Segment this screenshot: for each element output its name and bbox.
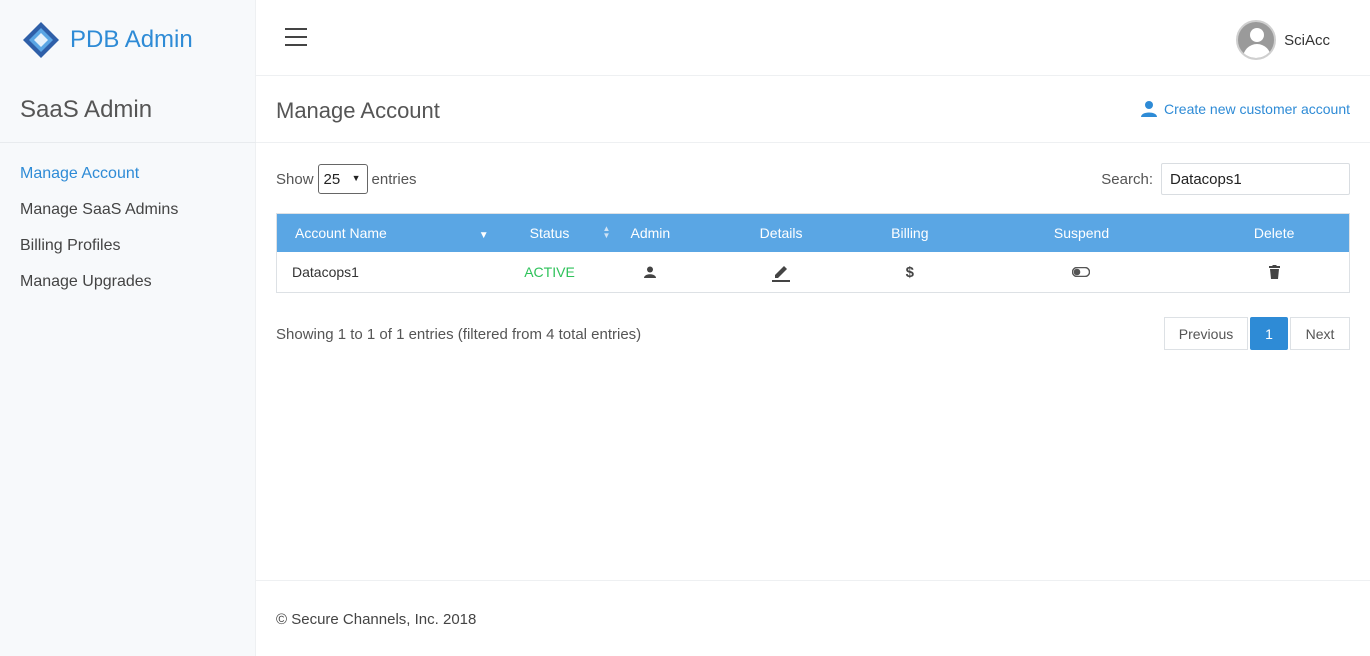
user-menu[interactable]: SciAcc <box>1236 20 1330 60</box>
toggle-icon[interactable] <box>1072 267 1091 277</box>
sidebar-section-title: SaaS Admin <box>20 96 153 123</box>
sidebar-divider <box>0 142 256 143</box>
search-control: Search: <box>1101 163 1350 195</box>
column-header-billing: Billing <box>891 225 929 241</box>
suspend-cell <box>964 252 1200 292</box>
dollar-icon[interactable]: $ <box>906 264 914 281</box>
sidebar-item-manage-saas-admins[interactable]: Manage SaaS Admins <box>20 200 178 236</box>
topbar: SciAcc <box>256 0 1370 76</box>
column-header-account-name[interactable]: Account Name ▼ <box>277 214 505 252</box>
table-controls: Show 25 ▼ entries Search: <box>276 163 1350 195</box>
entries-length-control: Show 25 ▼ entries <box>276 163 417 195</box>
table-info: Showing 1 to 1 of 1 entries (filtered fr… <box>276 326 642 343</box>
column-header-status[interactable]: Status ▲ ▼ <box>505 214 611 252</box>
user-avatar-icon <box>1236 20 1277 60</box>
previous-button[interactable]: Previous <box>1164 317 1248 350</box>
sort-desc-icon: ▼ <box>478 230 489 241</box>
create-customer-account-link[interactable]: Create new customer account <box>1140 100 1350 118</box>
copyright: © Secure Channels, Inc. 2018 <box>276 611 477 628</box>
sidebar: PDB Admin SaaS Admin Manage Account Mana… <box>0 0 256 656</box>
page-title: Manage Account <box>276 98 440 123</box>
admin-cell <box>594 252 706 292</box>
table-header: Account Name ▼ Status ▲ ▼ Admin Details B… <box>277 214 1349 252</box>
create-link-label: Create new customer account <box>1164 101 1350 117</box>
column-header-suspend: Suspend <box>1053 225 1110 241</box>
status-badge: ACTIVE <box>524 264 575 280</box>
brand[interactable]: PDB Admin <box>22 20 193 60</box>
page-header: Manage Account Create new customer accou… <box>256 76 1370 143</box>
column-header-delete: Delete <box>1253 225 1295 241</box>
page-1-button[interactable]: 1 <box>1250 317 1288 350</box>
entries-select[interactable]: 25 ▼ <box>317 164 368 194</box>
sidebar-nav: Manage Account Manage SaaS Admins Billin… <box>20 164 178 308</box>
pencil-icon[interactable] <box>771 262 791 282</box>
hamburger-icon[interactable] <box>285 28 307 48</box>
account-name-cell: Datacops1 <box>292 264 359 280</box>
next-button[interactable]: Next <box>1290 317 1350 350</box>
entries-label: entries <box>371 170 417 188</box>
sidebar-item-manage-account[interactable]: Manage Account <box>20 164 178 200</box>
show-label: Show <box>276 170 314 188</box>
table-row: Datacops1 ACTIVE $ <box>277 252 1349 292</box>
details-cell <box>706 252 856 292</box>
add-user-icon <box>1141 101 1158 117</box>
trash-icon[interactable] <box>1268 265 1280 279</box>
brand-title: PDB Admin <box>70 26 193 53</box>
billing-cell: $ <box>856 252 964 292</box>
footer: © Secure Channels, Inc. 2018 <box>256 580 1370 656</box>
search-label: Search: <box>1101 170 1153 188</box>
delete-cell <box>1199 252 1349 292</box>
accounts-table: Account Name ▼ Status ▲ ▼ Admin Details B… <box>276 213 1350 293</box>
chevron-down-icon: ▼ <box>351 173 361 183</box>
column-header-admin: Admin <box>630 225 671 241</box>
column-header-details: Details <box>759 225 803 241</box>
pagination: Previous 1 Next <box>1164 317 1350 350</box>
sidebar-item-manage-upgrades[interactable]: Manage Upgrades <box>20 272 178 308</box>
search-input[interactable] <box>1161 163 1350 195</box>
person-icon[interactable] <box>644 266 657 278</box>
user-name: SciAcc <box>1284 31 1330 49</box>
sidebar-item-billing-profiles[interactable]: Billing Profiles <box>20 236 178 272</box>
brand-logo-icon <box>22 21 60 59</box>
entries-select-value: 25 <box>323 170 341 188</box>
